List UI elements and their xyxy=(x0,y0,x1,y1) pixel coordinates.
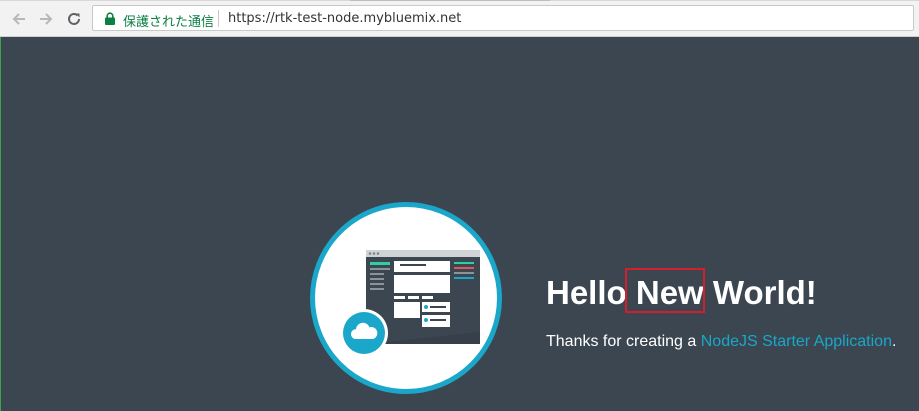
browser-toolbar: 保護された通信 https://rtk-test-node.mybluemix.… xyxy=(0,0,919,37)
tab-strip-edge xyxy=(0,0,919,1)
url-text[interactable]: https://rtk-test-node.mybluemix.net xyxy=(228,11,461,26)
heading-word-hello: Hello xyxy=(546,274,627,311)
nodejs-starter-link[interactable]: NodeJS Starter Application xyxy=(701,333,892,350)
hero-illustration xyxy=(310,202,502,394)
address-bar[interactable]: 保護された通信 https://rtk-test-node.mybluemix.… xyxy=(92,5,914,31)
cloud-icon xyxy=(340,309,388,357)
highlight-annotation-box xyxy=(625,268,705,313)
secure-connection-label[interactable]: 保護された通信 xyxy=(123,11,214,30)
subtitle-suffix: . xyxy=(891,333,897,350)
back-button[interactable] xyxy=(9,9,29,29)
forward-arrow-icon xyxy=(40,13,53,25)
forward-button[interactable] xyxy=(36,9,56,29)
url-separator xyxy=(218,10,219,27)
hero-subtitle: Thanks for creating a NodeJS Starter App… xyxy=(546,333,896,351)
reload-button[interactable] xyxy=(64,9,84,29)
window-edge xyxy=(0,37,1,411)
back-arrow-icon xyxy=(12,13,25,25)
reload-icon xyxy=(68,12,80,25)
heading-word-world: World! xyxy=(712,274,817,311)
subtitle-prefix: Thanks for creating a xyxy=(546,333,701,350)
lock-icon xyxy=(105,12,115,25)
